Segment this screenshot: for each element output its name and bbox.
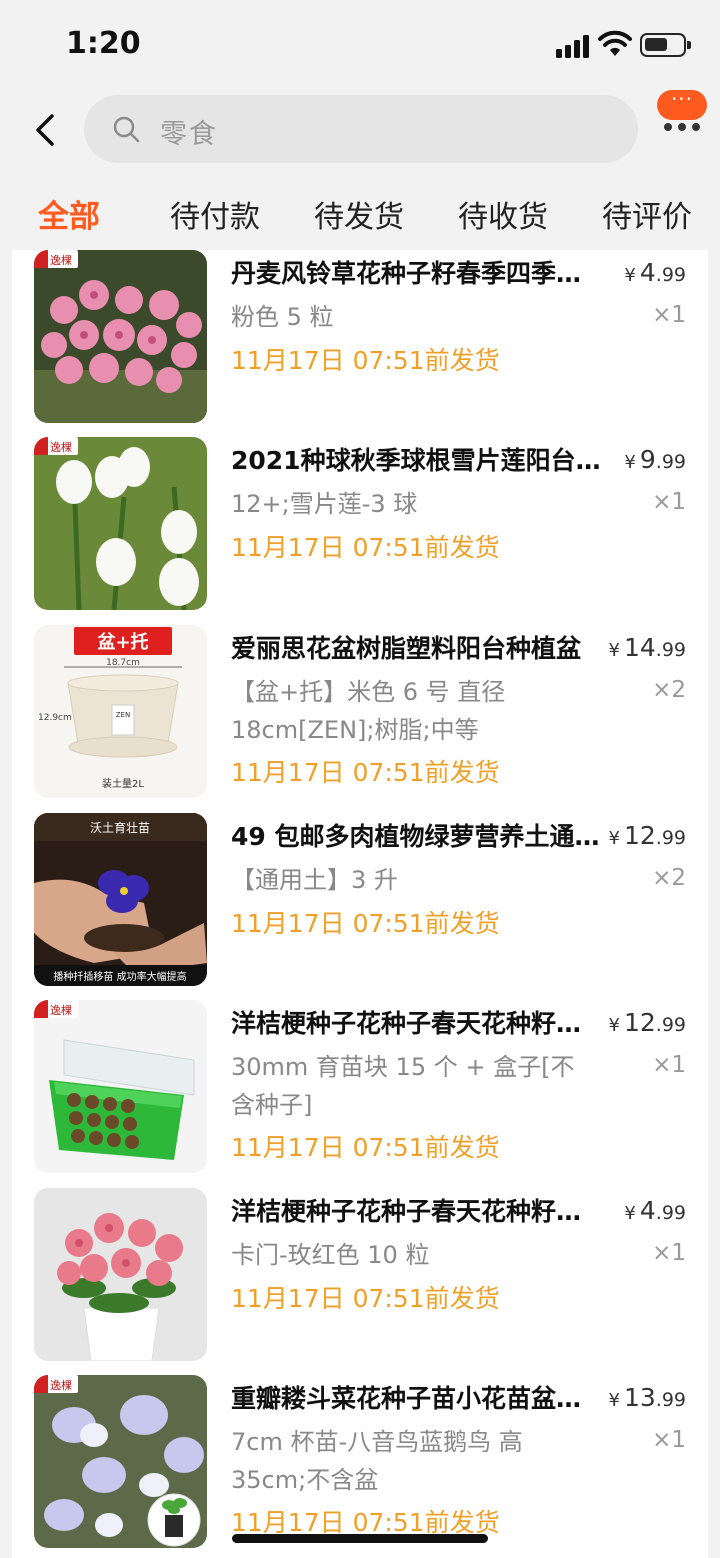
header: 零食 ··· [0, 89, 720, 170]
product-quantity: ×1 [652, 489, 686, 515]
more-pill: ··· [657, 89, 707, 120]
order-item-list: 逸棵 丹麦风铃草花种子籽春季四季开花 ¥4.99 粉色 5 粒 ×1 11月17… [12, 250, 708, 1558]
product-image [34, 1188, 207, 1361]
product-image: 逸棵 [34, 437, 207, 610]
cellular-signal-icon [556, 34, 590, 58]
back-icon[interactable] [26, 108, 66, 152]
status-time: 1:20 [66, 26, 141, 61]
product-spec: 12+;雪片莲-3 球 [231, 490, 418, 518]
product-image: 逸棵 [34, 1375, 207, 1548]
order-tabs: 全部 待付款 待发货 待收货 待评价 [0, 186, 720, 246]
tab-pending-payment[interactable]: 待付款 [170, 192, 260, 236]
brand-badge: 逸棵 [50, 440, 72, 454]
status-bar: 1:20 [0, 0, 720, 90]
shipping-deadline: 11月17日 07:51前发货 [231, 1133, 500, 1162]
battery-icon [640, 33, 691, 57]
svg-text:沃土育壮苗: 沃土育壮苗 [90, 820, 150, 835]
more-button[interactable]: ··· [654, 89, 710, 136]
product-quantity: ×1 [652, 1240, 686, 1266]
product-price: ¥13.99 [608, 1383, 686, 1412]
shipping-deadline: 11月17日 07:51前发货 [231, 346, 500, 375]
product-quantity: ×1 [652, 302, 686, 328]
shipping-deadline: 11月17日 07:51前发货 [231, 1284, 500, 1313]
tab-pending-receipt[interactable]: 待收货 [458, 192, 548, 236]
search-icon [113, 116, 140, 143]
product-title: 49 包邮多肉植物绿萝营养土通用型 [231, 822, 601, 851]
search-placeholder: 零食 [160, 119, 218, 150]
svg-text:播种扦插移苗 成功率大幅提高: 播种扦插移苗 成功率大幅提高 [53, 970, 186, 983]
product-spec: 粉色 5 粒 [231, 303, 334, 331]
product-price: ¥12.99 [608, 821, 686, 850]
product-quantity: ×2 [652, 865, 686, 891]
shipping-deadline: 11月17日 07:51前发货 [231, 533, 500, 562]
product-price: ¥4.99 [624, 258, 686, 287]
product-spec: 卡门-玫红色 10 粒 [231, 1241, 430, 1269]
svg-text:12.9cm: 12.9cm [38, 713, 72, 723]
product-title: 洋桔梗种子花种子春天花种籽四季 [231, 1197, 601, 1226]
product-image: 逸棵 [34, 250, 207, 423]
product-spec: 【盆+托】米色 6 号 直径 18cm[ZEN];树脂;中等 [231, 678, 506, 744]
home-indicator[interactable] [232, 1534, 488, 1543]
product-image: 盆+托 18.7cm 12.9cm ZEN 装土量2L [34, 625, 207, 798]
product-spec: 30mm 育苗块 15 个 + 盒子[不含种子] [231, 1053, 575, 1119]
tab-pending-shipment[interactable]: 待发货 [314, 192, 404, 236]
product-title: 爱丽思花盆树脂塑料阳台种植盆 [231, 634, 582, 663]
tab-pending-review[interactable]: 待评价 [602, 192, 692, 236]
brand-badge: 逸棵 [50, 1378, 72, 1392]
product-title: 洋桔梗种子花种子春天花种籽四季 [231, 1009, 601, 1038]
product-title: 2021种球秋季球根雪片莲阳台盆栽 [231, 446, 601, 475]
product-price: ¥9.99 [624, 445, 686, 474]
svg-text:18.7cm: 18.7cm [106, 658, 140, 668]
product-quantity: ×1 [652, 1427, 686, 1453]
tab-all[interactable]: 全部 [38, 191, 100, 236]
svg-text:ZEN: ZEN [116, 711, 130, 719]
product-quantity: ×2 [652, 677, 686, 703]
search-input[interactable]: 零食 [84, 95, 638, 163]
product-image: 逸棵 [34, 1000, 207, 1173]
product-title: 重瓣耧斗菜花种子苗小花苗盆栽花卉 [231, 1384, 601, 1413]
svg-text:盆+托: 盆+托 [97, 631, 148, 653]
product-image: 沃土育壮苗 播种扦插移苗 成功率大幅提高 [34, 813, 207, 986]
product-spec: 【通用土】3 升 [231, 866, 398, 894]
product-price: ¥4.99 [624, 1196, 686, 1225]
shipping-deadline: 11月17日 07:51前发货 [231, 909, 500, 938]
product-price: ¥14.99 [608, 633, 686, 662]
product-quantity: ×1 [652, 1052, 686, 1078]
svg-text:装土量2L: 装土量2L [102, 777, 144, 790]
wifi-icon [598, 30, 632, 56]
product-spec: 7cm 杯苗-八音鸟蓝鹅鸟 高 35cm;不含盆 [231, 1428, 523, 1494]
brand-badge: 逸棵 [50, 253, 72, 267]
product-title: 丹麦风铃草花种子籽春季四季开花 [231, 259, 601, 288]
brand-badge: 逸棵 [50, 1003, 72, 1017]
more-dots-icon [662, 123, 702, 133]
shipping-deadline: 11月17日 07:51前发货 [231, 758, 500, 787]
product-price: ¥12.99 [608, 1008, 686, 1037]
